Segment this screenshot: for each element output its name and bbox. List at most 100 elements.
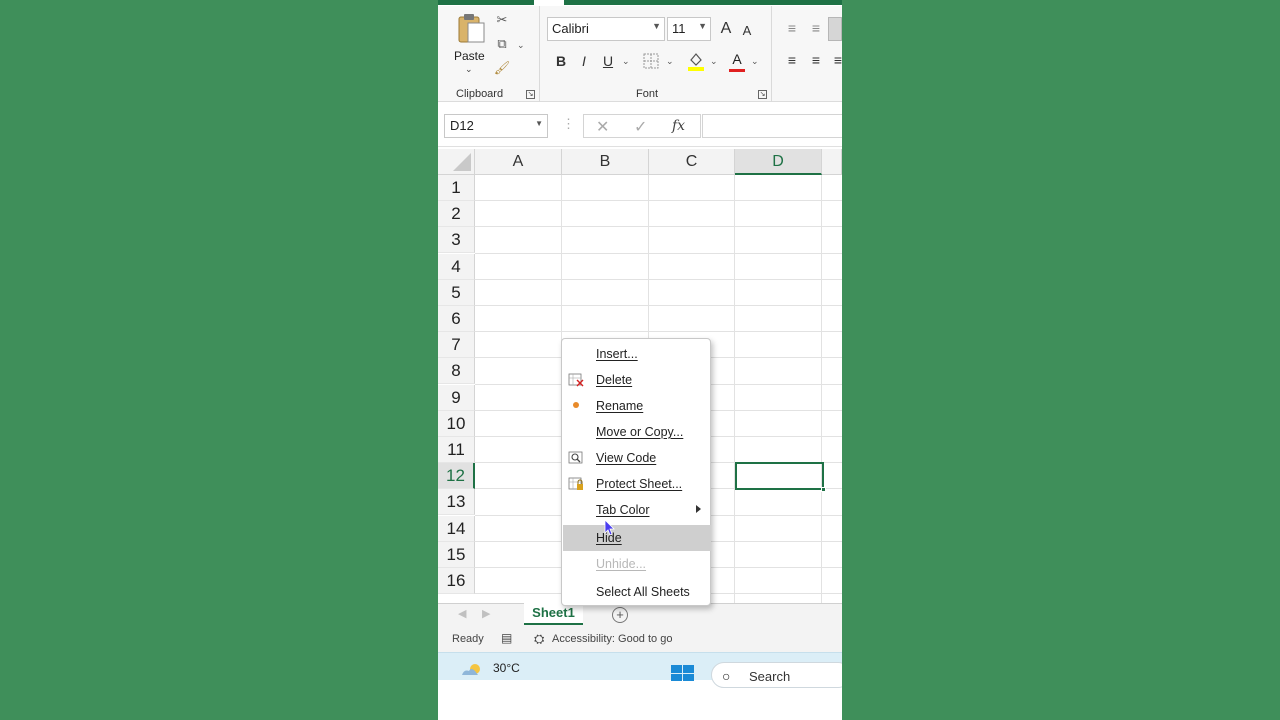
menu-item-view-code[interactable]: View Code: [563, 445, 711, 471]
font-group-label: Font: [636, 88, 659, 100]
underline-button[interactable]: U: [598, 51, 618, 71]
increase-font-size-button[interactable]: A: [716, 19, 736, 39]
name-box-value: D12: [450, 118, 474, 133]
sheet-tab[interactable]: Sheet1: [524, 603, 583, 625]
alignment-group: ≡ ≡ ≡ ≡ ≡: [772, 6, 842, 102]
row-header-4[interactable]: 4: [438, 253, 475, 280]
paste-button[interactable]: Paste: [454, 49, 485, 63]
font-group: Calibri ▼ 11 ▼ A A B I U ⌄ ⌄ ⌄ A ⌄ Font …: [540, 6, 772, 102]
bold-button[interactable]: B: [551, 51, 571, 71]
name-box[interactable]: D12 ▼: [444, 114, 548, 138]
fill-handle[interactable]: [821, 487, 826, 492]
fill-color-icon[interactable]: [687, 51, 705, 71]
italic-button[interactable]: I: [574, 51, 594, 71]
menu-item-label: Rename: [596, 399, 644, 413]
row-header-5[interactable]: 5: [438, 279, 475, 306]
fill-color-dropdown-caret[interactable]: ⌄: [710, 56, 718, 67]
search-label: Search: [749, 669, 791, 684]
underline-dropdown-caret[interactable]: ⌄: [622, 56, 630, 67]
copy-dropdown-caret[interactable]: ⌄: [517, 40, 525, 51]
active-cell[interactable]: [735, 462, 826, 492]
row-header-16[interactable]: 16: [438, 568, 475, 594]
row-header-15[interactable]: 15: [438, 541, 475, 568]
row-header-3[interactable]: 3: [438, 227, 475, 254]
copy-icon[interactable]: ⧉: [493, 36, 511, 52]
borders-icon[interactable]: [643, 53, 659, 69]
active-tab-indicator: [438, 0, 534, 5]
formula-bar: D12 ▼ ⋮ ✕ ✓ fx: [438, 103, 842, 147]
row-header-6[interactable]: 6: [438, 306, 475, 332]
row-header-11[interactable]: 11: [438, 437, 475, 463]
align-center-icon[interactable]: ≡: [806, 50, 826, 70]
font-size-select[interactable]: 11 ▼: [667, 17, 711, 41]
menu-item-delete[interactable]: Delete: [563, 367, 711, 393]
accessibility-status[interactable]: Accessibility: Good to go: [552, 633, 672, 645]
scroll-tabs-left-icon[interactable]: ◀: [458, 607, 466, 620]
row-header-7[interactable]: 7: [438, 332, 475, 359]
row-header-13[interactable]: 13: [438, 489, 475, 516]
menu-item-tab-color[interactable]: Tab Color: [563, 497, 711, 523]
menu-item-move-or-copy[interactable]: Move or Copy...: [563, 419, 711, 445]
font-color-swatch: [729, 69, 745, 72]
cut-icon[interactable]: ✂: [493, 12, 511, 28]
gridline-horizontal: [475, 278, 842, 280]
align-right-icon[interactable]: ≡: [828, 50, 842, 70]
gridline-horizontal: [475, 252, 842, 254]
gridline-horizontal: [475, 331, 842, 333]
clipboard-group-label: Clipboard: [456, 88, 504, 100]
font-size-value: 11: [672, 21, 686, 36]
more-options-icon[interactable]: ⋮: [562, 116, 575, 132]
align-bottom-button[interactable]: [828, 17, 842, 41]
font-color-button[interactable]: A: [727, 49, 747, 69]
enter-icon[interactable]: ✓: [634, 117, 647, 137]
borders-dropdown-caret[interactable]: ⌄: [666, 56, 674, 67]
weather-icon[interactable]: [460, 661, 484, 677]
row-header-12[interactable]: 12: [438, 463, 475, 490]
column-header-a[interactable]: A: [475, 149, 562, 175]
windows-start-icon[interactable]: [671, 665, 695, 681]
decrease-font-size-button[interactable]: A: [737, 21, 757, 41]
gridline-horizontal: [475, 305, 842, 306]
paste-dropdown-caret[interactable]: ⌄: [465, 64, 473, 75]
add-sheet-button[interactable]: +: [612, 607, 628, 623]
column-header-c[interactable]: C: [649, 149, 735, 175]
gridline-horizontal: [475, 200, 842, 202]
font-name-value: Calibri: [552, 21, 589, 36]
align-left-icon[interactable]: ≡: [782, 50, 802, 70]
row-header-10[interactable]: 10: [438, 410, 475, 437]
column-header-partial[interactable]: [822, 149, 842, 175]
rename-icon: [573, 402, 579, 408]
menu-item-unhide: Unhide...: [563, 551, 711, 577]
menu-item-protect-sheet[interactable]: Protect Sheet...: [563, 471, 711, 497]
taskbar-search-box[interactable]: ○ Search: [711, 662, 842, 688]
accessibility-icon[interactable]: ⛭: [534, 631, 544, 647]
column-header-d[interactable]: D: [735, 149, 822, 175]
font-name-select[interactable]: Calibri ▼: [547, 17, 665, 41]
macro-recording-icon[interactable]: ▤: [501, 631, 512, 645]
align-top-icon[interactable]: ≡: [782, 18, 802, 38]
column-header-b[interactable]: B: [562, 149, 649, 175]
row-header-2[interactable]: 2: [438, 201, 475, 228]
scroll-tabs-right-icon[interactable]: ▶: [482, 607, 490, 620]
insert-function-button[interactable]: fx: [672, 118, 685, 134]
paste-icon[interactable]: [456, 12, 486, 44]
format-painter-icon[interactable]: 🖌: [493, 60, 511, 76]
chevron-down-icon: ▼: [652, 21, 661, 31]
row-header-9[interactable]: 9: [438, 384, 475, 411]
formula-input[interactable]: [702, 114, 842, 138]
select-all-button[interactable]: [438, 149, 475, 175]
menu-item-hide[interactable]: Hide: [563, 525, 711, 551]
gridline-horizontal: [475, 226, 842, 228]
menu-item-insert[interactable]: Insert...: [563, 341, 711, 367]
row-header-8[interactable]: 8: [438, 358, 475, 385]
view-code-icon: [568, 451, 583, 464]
cancel-icon[interactable]: ✕: [596, 117, 609, 137]
menu-item-rename[interactable]: Rename: [563, 393, 711, 419]
row-header-14[interactable]: 14: [438, 515, 475, 542]
clipboard-launcher-icon[interactable]: ↘: [526, 90, 535, 99]
font-launcher-icon[interactable]: ↘: [758, 90, 767, 99]
font-color-dropdown-caret[interactable]: ⌄: [751, 56, 759, 67]
menu-item-select-all-sheets[interactable]: Select All Sheets: [563, 579, 711, 605]
align-middle-icon[interactable]: ≡: [806, 18, 826, 38]
row-header-1[interactable]: 1: [438, 175, 475, 201]
